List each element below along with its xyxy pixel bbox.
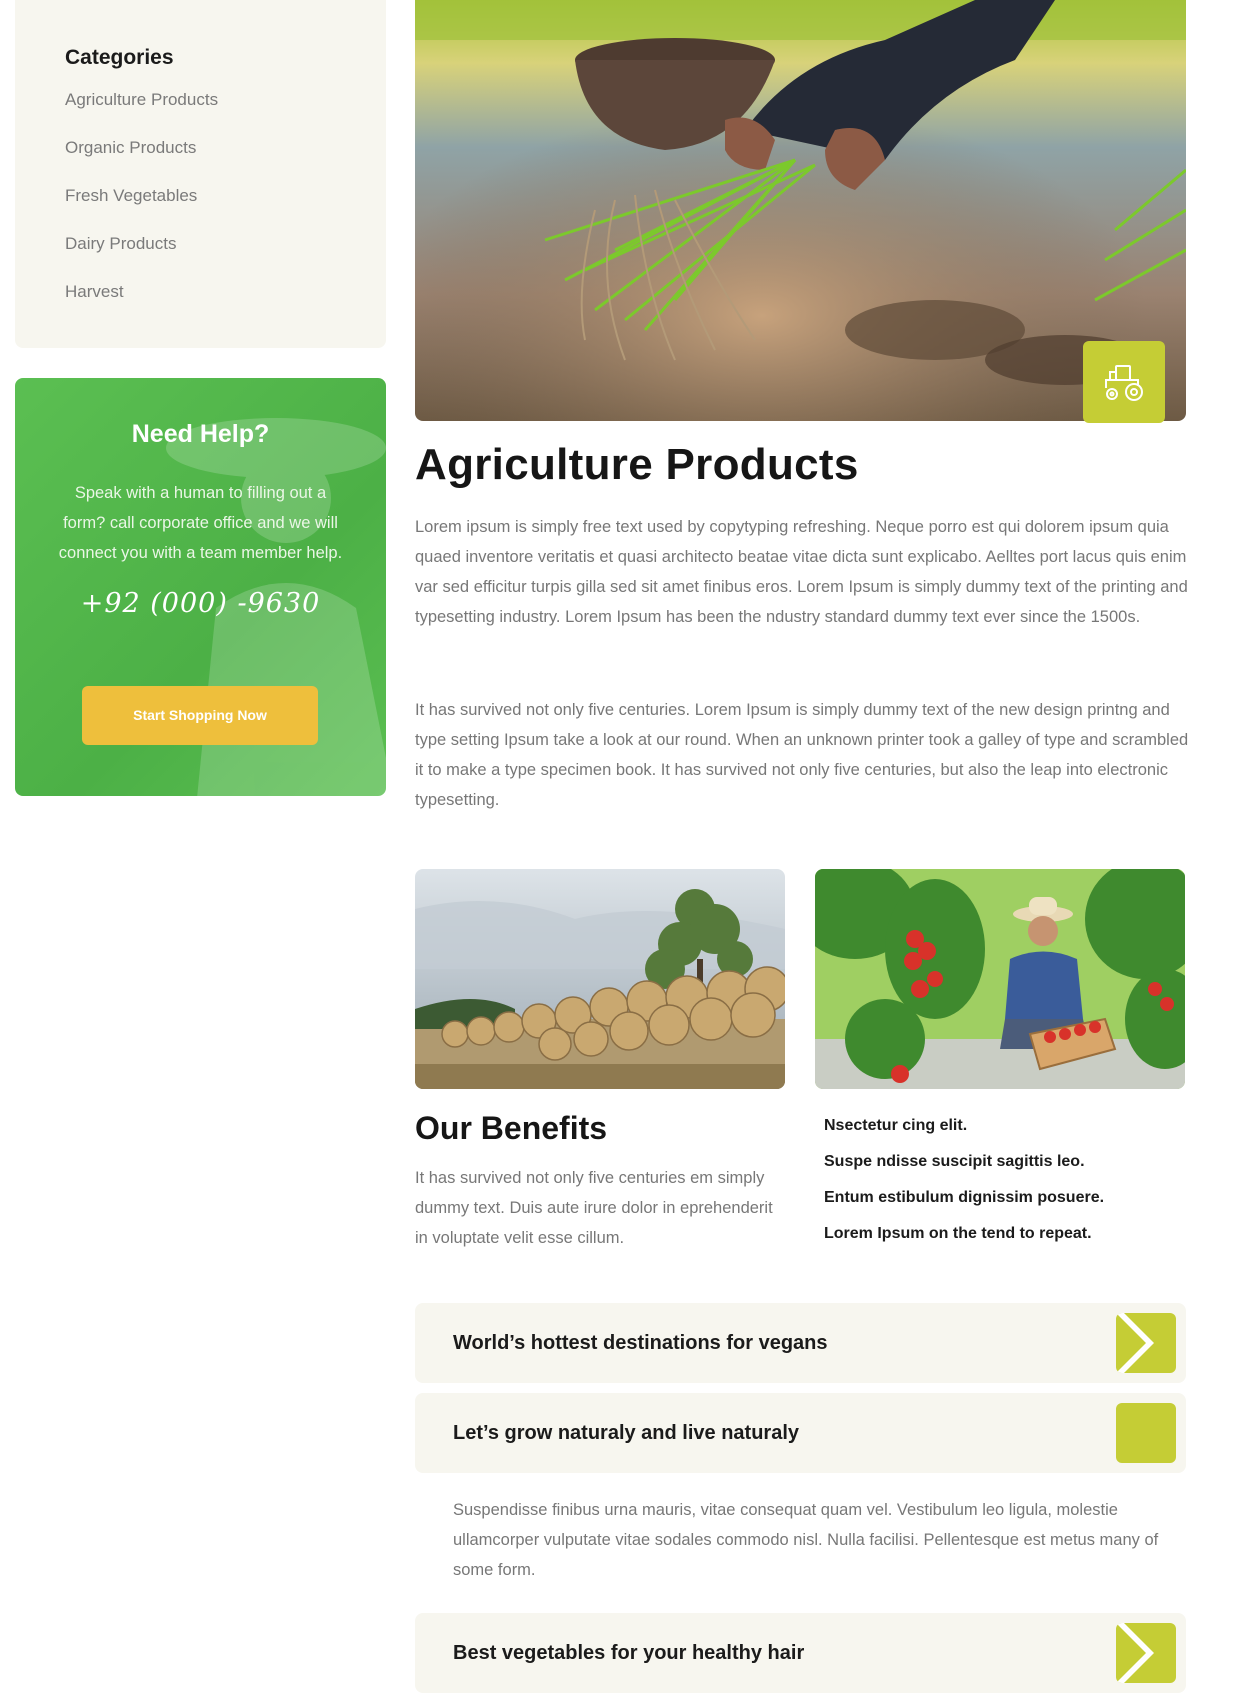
faq-item-vegans[interactable]: World’s hottest destinations for vegans <box>415 1303 1186 1383</box>
benefit-item: Suspe ndisse suscipit sagittis leo. <box>824 1153 1085 1170</box>
second-paragraph: It has survived not only five centuries.… <box>415 701 1189 809</box>
category-agriculture-products[interactable]: Agriculture Products <box>65 90 386 138</box>
categories-list: Agriculture Products Organic Products Fr… <box>65 90 386 330</box>
faq-question: Let’s grow naturaly and live naturaly <box>453 1422 800 1444</box>
hay-bales-image <box>415 869 785 1089</box>
chevron-right-icon <box>1116 1623 1154 1683</box>
chevron-right-icon <box>1116 1313 1154 1373</box>
benefit-item: Lorem Ipsum on the tend to repeat. <box>824 1225 1092 1242</box>
help-title: Need Help? <box>131 420 270 448</box>
category-organic-products[interactable]: Organic Products <box>65 138 386 186</box>
faq-item-grow-naturally[interactable]: Let’s grow naturaly and live naturaly <box>415 1393 1186 1473</box>
benefit-item: Nsectetur cing elit. <box>824 1117 968 1134</box>
help-text: Speak with a human to filling out a form… <box>58 484 343 562</box>
benefits-text: It has survived not only five centuries … <box>415 1169 773 1247</box>
benefits-list: Nsectetur cing elit. Suspe ndisse suscip… <box>824 1112 1104 1256</box>
intro-paragraph: Lorem ipsum is simply free text used by … <box>415 518 1188 626</box>
hero-image <box>415 0 1186 421</box>
start-shopping-button[interactable]: Start Shopping Now <box>82 686 318 745</box>
faq-question: Best vegetables for your healthy hair <box>453 1642 805 1664</box>
need-help-widget: Need Help? Speak with a human to filling… <box>15 378 386 796</box>
tomato-farmer-image <box>815 869 1185 1089</box>
benefits-title: Our Benefits <box>415 1110 608 1146</box>
page-title: Agriculture Products <box>415 440 859 489</box>
category-dairy-products[interactable]: Dairy Products <box>65 234 386 282</box>
help-phone[interactable]: +92 (000) -9630 <box>15 588 386 619</box>
benefit-item: Entum estibulum dignissim posuere. <box>824 1189 1105 1206</box>
faq-answer: Suspendisse finibus urna mauris, vitae c… <box>453 1501 1159 1579</box>
faq-toggle-button[interactable] <box>1116 1403 1176 1463</box>
categories-widget: Categories Agriculture Products Organic … <box>15 0 386 348</box>
faq-item-healthy-hair[interactable]: Best vegetables for your healthy hair <box>415 1613 1186 1693</box>
faq-toggle-button[interactable] <box>1116 1623 1176 1683</box>
tractor-icon <box>1105 365 1143 401</box>
faq-question: World’s hottest destinations for vegans <box>453 1332 828 1354</box>
category-harvest[interactable]: Harvest <box>65 282 386 330</box>
categories-title: Categories <box>65 46 174 69</box>
category-fresh-vegetables[interactable]: Fresh Vegetables <box>65 186 386 234</box>
tractor-badge <box>1083 341 1165 423</box>
faq-toggle-button[interactable] <box>1116 1313 1176 1373</box>
